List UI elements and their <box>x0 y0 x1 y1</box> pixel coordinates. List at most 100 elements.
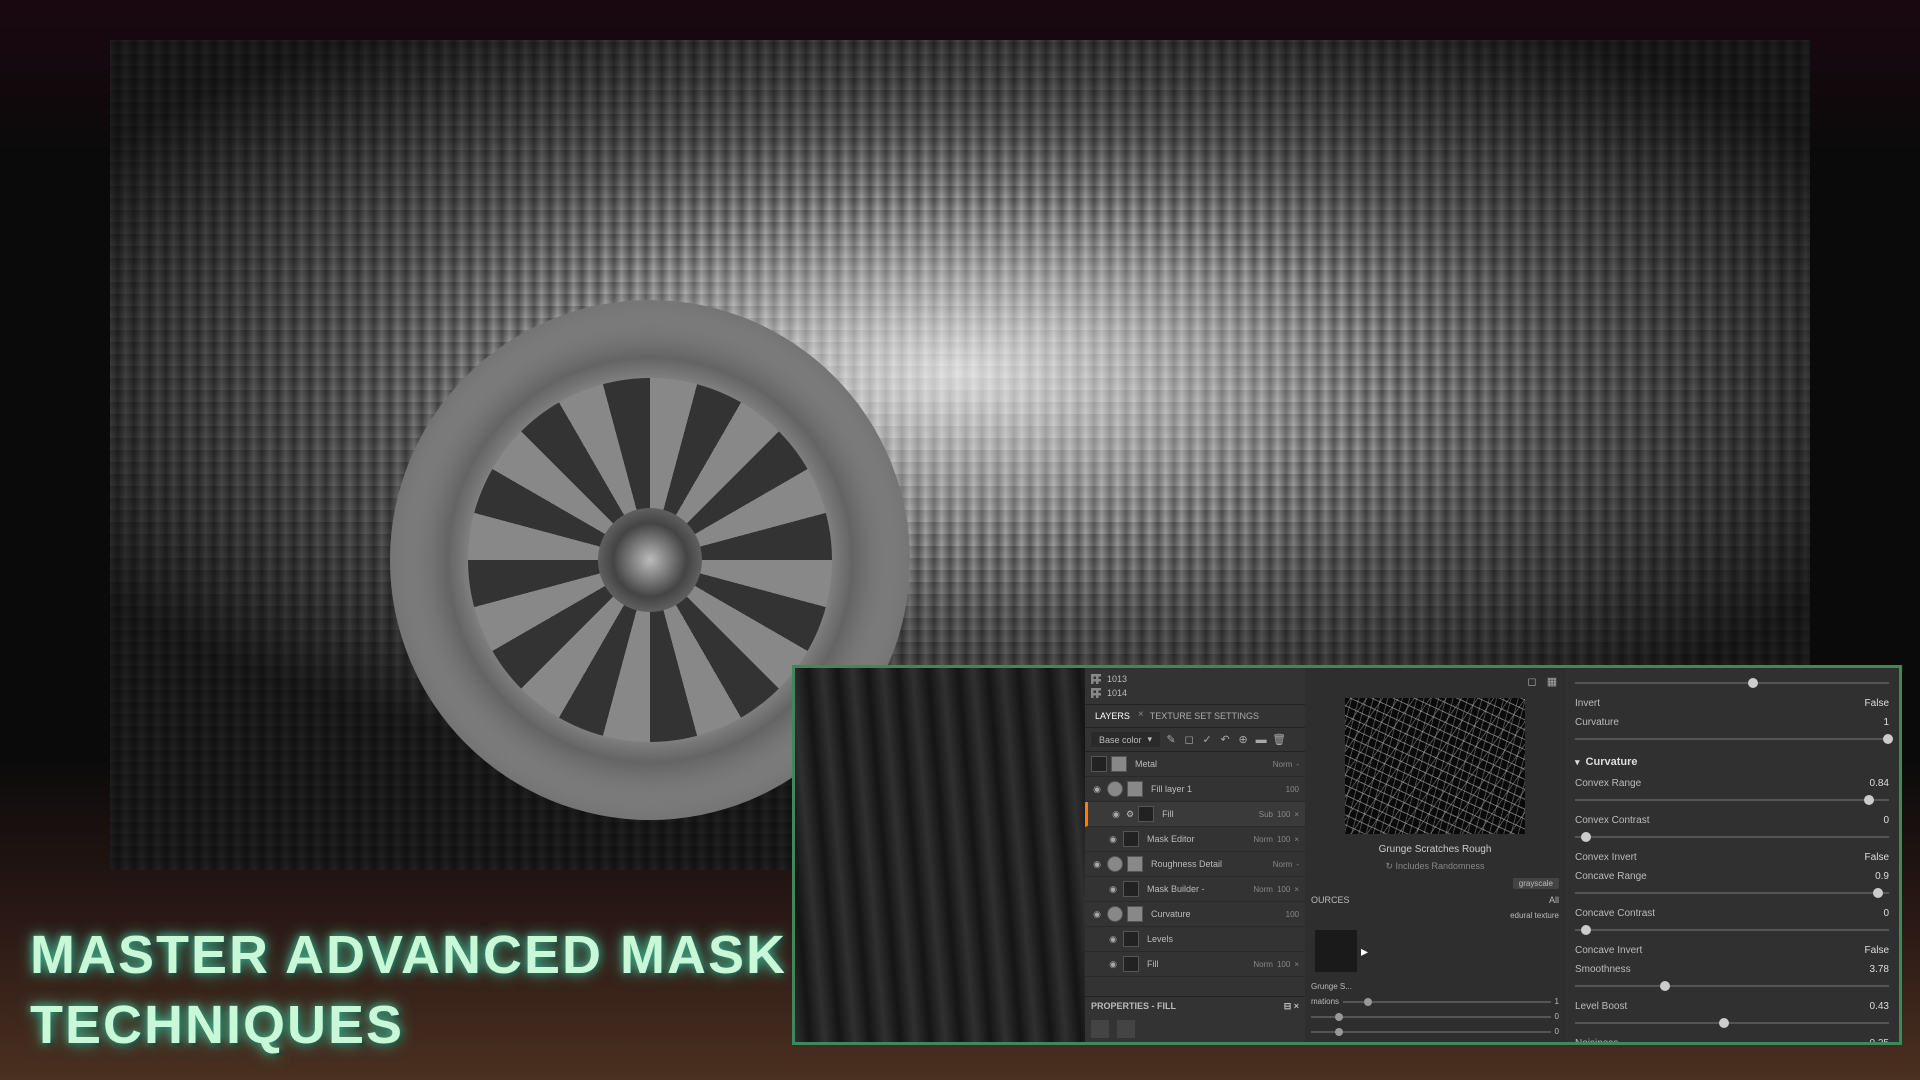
param-value[interactable]: 3.78 <box>1870 964 1889 975</box>
collapse-icon[interactable]: ⊟ × <box>1284 1001 1299 1012</box>
grid-icon <box>1091 688 1101 698</box>
layer-thumb <box>1138 806 1154 822</box>
channel-dropdown[interactable]: Base color ▾ <box>1091 732 1160 747</box>
visibility-icon[interactable]: ◉ <box>1107 934 1119 945</box>
delete-icon[interactable]: 🗑 <box>1272 733 1286 747</box>
panel-icon[interactable]: ◻ <box>1525 674 1539 688</box>
mask-icon[interactable]: ◻ <box>1182 733 1196 747</box>
visibility-icon[interactable]: ◉ <box>1091 909 1103 920</box>
folder-icon[interactable]: ▬ <box>1254 733 1268 747</box>
mini-slider[interactable]: 0 <box>1311 1012 1559 1021</box>
layer-row[interactable]: ◉ Mask Editor Norm 100 × <box>1085 827 1305 852</box>
visibility-icon[interactable]: ◉ <box>1107 834 1119 845</box>
layer-row[interactable]: ◉ ⚙ Fill Sub 100 × <box>1085 802 1305 827</box>
texture-subtitle: ↻ Includes Randomness <box>1311 861 1559 872</box>
mini-slider[interactable]: mations 1 <box>1311 997 1559 1006</box>
param-value[interactable]: 0.43 <box>1870 1001 1889 1012</box>
top-slider[interactable] <box>1575 682 1889 684</box>
layers-toolbar: Base color ▾ ✎ ◻ ✓ ↶ ⊕ ▬ 🗑 <box>1085 728 1305 752</box>
param-label: Convex Range <box>1575 778 1641 789</box>
tab-layers[interactable]: LAYERS <box>1091 709 1134 723</box>
opacity: - <box>1296 860 1299 869</box>
wand-icon[interactable]: ✎ <box>1164 733 1178 747</box>
layer-row[interactable]: ◉ Roughness Detail Norm - <box>1085 852 1305 877</box>
param-slider[interactable] <box>1575 892 1889 894</box>
param-label: Level Boost <box>1575 1001 1627 1012</box>
resource-preview-panel: ◻ ▦ Grunge Scratches Rough ↻ Includes Ra… <box>1305 668 1565 1042</box>
add-layer-icon[interactable]: ⊕ <box>1236 733 1250 747</box>
visibility-icon[interactable]: ◉ <box>1107 959 1119 970</box>
param-value[interactable]: 0.9 <box>1875 871 1889 882</box>
layer-name: Mask Editor <box>1143 834 1249 844</box>
param-slider[interactable] <box>1575 799 1889 801</box>
mini-slider[interactable]: 0 <box>1311 1027 1559 1036</box>
fill-mode-icon[interactable] <box>1091 1020 1109 1038</box>
texture-preview[interactable] <box>1345 698 1525 834</box>
layer-row[interactable]: ◉ Levels <box>1085 927 1305 952</box>
panel-icon[interactable]: ▦ <box>1545 674 1559 688</box>
resource-thumb[interactable] <box>1315 930 1357 972</box>
param-slider[interactable] <box>1575 1022 1889 1024</box>
effect-icon[interactable]: ✓ <box>1200 733 1214 747</box>
param-value[interactable]: 0 <box>1883 815 1889 826</box>
opacity: 100 <box>1277 885 1290 894</box>
blend-mode: Norm <box>1253 960 1273 969</box>
properties-params-panel: Invert False Curvature 1 ▾ Curvature Con… <box>1565 668 1899 1042</box>
layers-panel: 1013 1014 LAYERS × TEXTURE SET SETTINGS … <box>1085 668 1305 1042</box>
properties-header: PROPERTIES - FILL ⊟ × <box>1085 996 1305 1016</box>
sources-all[interactable]: All <box>1549 895 1559 905</box>
layer-thumb <box>1123 956 1139 972</box>
layer-row[interactable]: ◉ Curvature 100 <box>1085 902 1305 927</box>
layer-thumb <box>1107 781 1123 797</box>
param-label: Concave Contrast <box>1575 908 1655 919</box>
param-value[interactable]: 0.25 <box>1870 1038 1889 1042</box>
remove-icon[interactable]: × <box>1294 885 1299 894</box>
param-value[interactable]: False <box>1865 852 1889 863</box>
layer-row[interactable]: ◉ Fill layer 1 100 <box>1085 777 1305 802</box>
remove-icon[interactable]: × <box>1294 810 1299 819</box>
texture-set-item[interactable]: 1014 <box>1091 686 1299 700</box>
properties-title: PROPERTIES - FILL <box>1091 1001 1176 1012</box>
remove-icon[interactable]: × <box>1294 960 1299 969</box>
param-row: Level Boost 0.43 <box>1575 997 1889 1016</box>
curvature-section-header[interactable]: ▾ Curvature <box>1575 750 1889 774</box>
secondary-viewport[interactable] <box>795 668 1085 1042</box>
visibility-icon[interactable]: ◉ <box>1091 859 1103 870</box>
blend-mode: Norm <box>1273 860 1293 869</box>
remove-icon[interactable]: × <box>1294 835 1299 844</box>
param-slider[interactable] <box>1575 836 1889 838</box>
layer-row[interactable]: ◉ Fill Norm 100 × <box>1085 952 1305 977</box>
param-row: Convex Contrast0 <box>1575 811 1889 830</box>
projection-mode-icon[interactable] <box>1117 1020 1135 1038</box>
param-slider[interactable] <box>1575 985 1889 987</box>
param-value: 1 <box>1883 717 1889 728</box>
title-line-1: MASTER ADVANCED MASK <box>30 920 787 990</box>
texture-set-item[interactable]: 1013 <box>1091 672 1299 686</box>
param-slider[interactable] <box>1575 929 1889 931</box>
blend-mode: Norm <box>1273 760 1293 769</box>
param-value[interactable]: False <box>1865 698 1889 709</box>
thumb-label: Grunge S... <box>1311 982 1559 991</box>
opacity: 100 <box>1277 835 1290 844</box>
visibility-icon[interactable]: ◉ <box>1107 884 1119 895</box>
param-row: Concave Contrast 0 <box>1575 904 1889 923</box>
layer-row[interactable]: ◉ Mask Builder - Norm 100 × <box>1085 877 1305 902</box>
texture-type-label: edural texture <box>1311 911 1559 920</box>
visibility-icon[interactable]: ◉ <box>1091 784 1103 795</box>
opacity: 100 <box>1286 910 1299 919</box>
layer-row[interactable]: Metal Norm - <box>1085 752 1305 777</box>
param-value[interactable]: 0.84 <box>1870 778 1889 789</box>
layer-name: Fill <box>1143 959 1249 969</box>
tab-texture-set-settings[interactable]: TEXTURE SET SETTINGS <box>1146 709 1263 723</box>
undo-icon[interactable]: ↶ <box>1218 733 1232 747</box>
grayscale-tag: grayscale <box>1513 878 1559 889</box>
param-value[interactable]: 0 <box>1883 908 1889 919</box>
chevron-down-icon: ▾ <box>1575 757 1580 768</box>
chevron-down-icon: ▾ <box>1148 734 1153 745</box>
param-value[interactable]: False <box>1865 945 1889 956</box>
close-icon[interactable]: × <box>1138 709 1144 723</box>
curvature-slider[interactable] <box>1575 738 1889 740</box>
properties-mode-icons <box>1085 1016 1305 1042</box>
slider-label: mations <box>1311 997 1339 1006</box>
visibility-icon[interactable]: ◉ <box>1110 809 1122 820</box>
